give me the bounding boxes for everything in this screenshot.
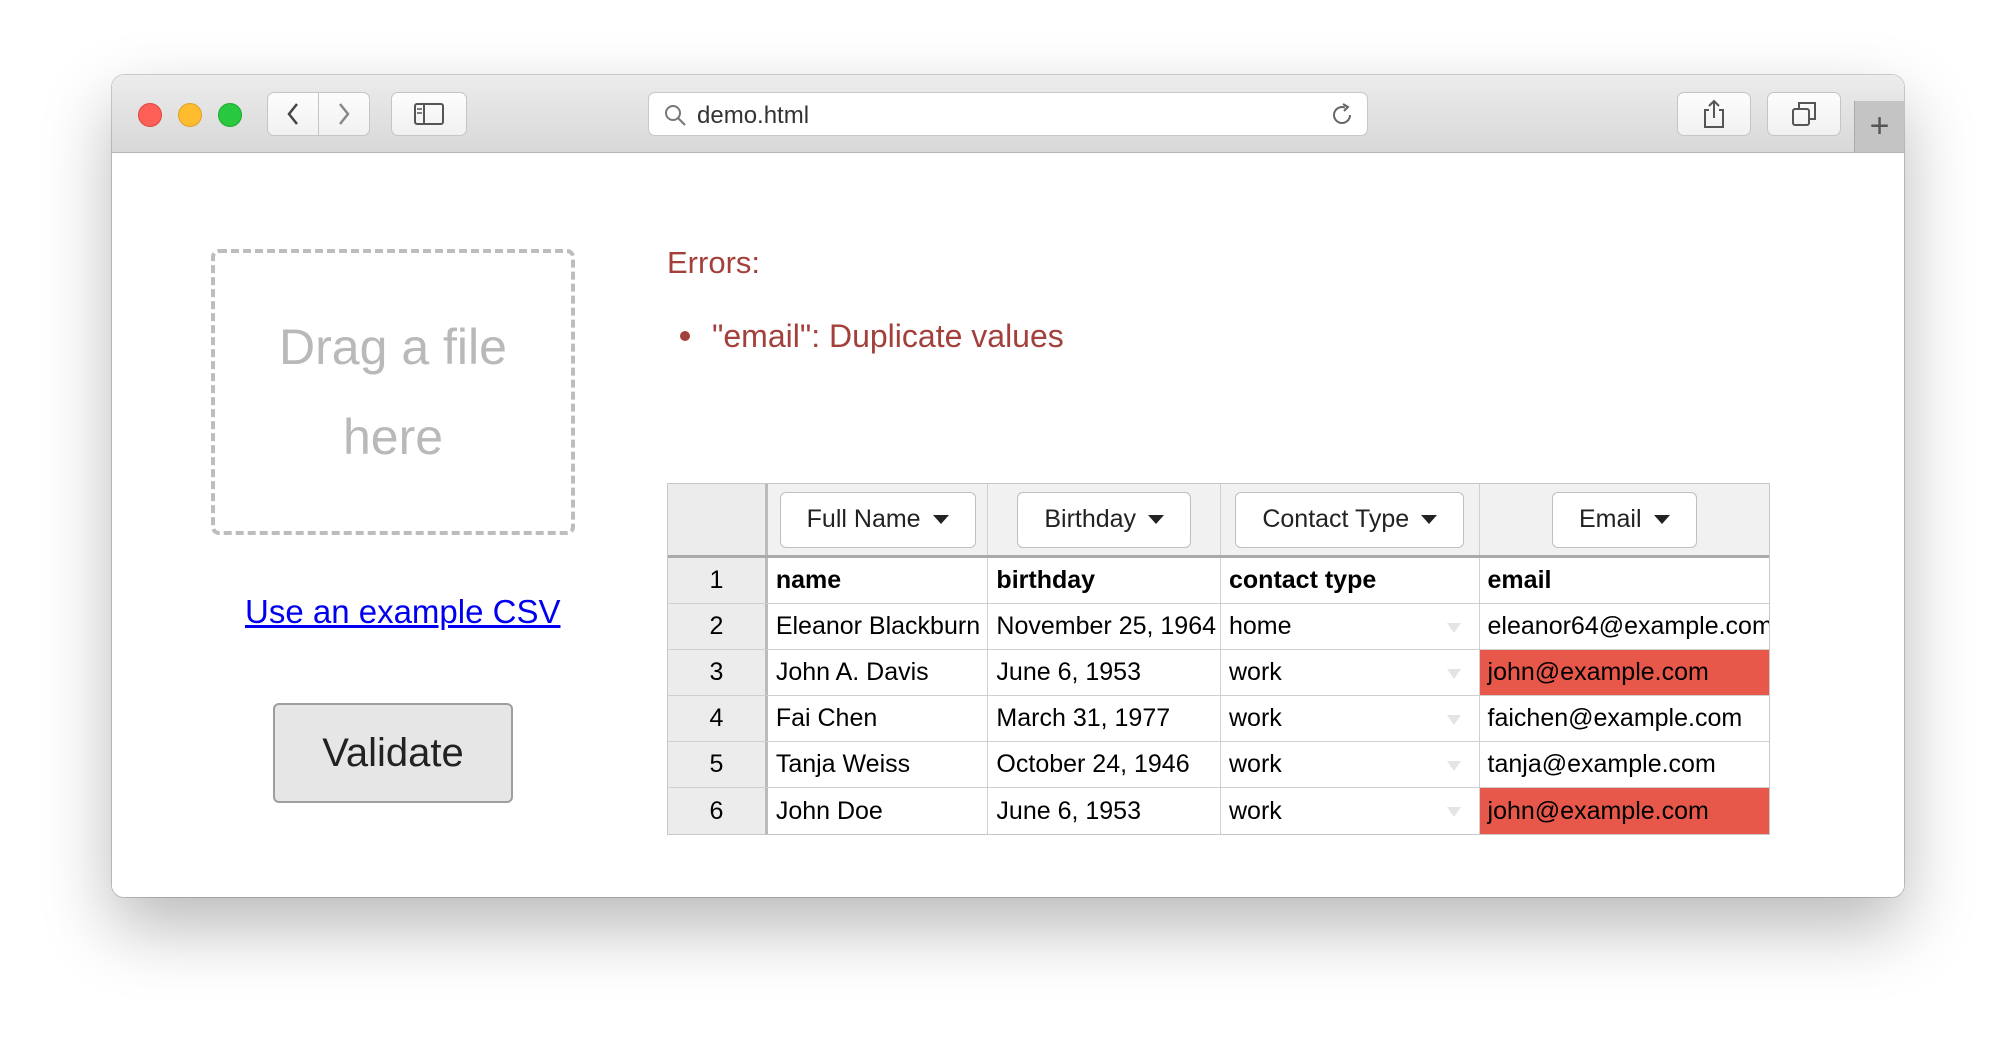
column-mapping-email-dropdown[interactable]: Email (1552, 491, 1697, 548)
plus-icon: + (1869, 107, 1890, 145)
birthday-cell[interactable]: November 25, 1964 (988, 604, 1221, 649)
contact-type-value: home (1229, 612, 1292, 640)
bullet-icon (680, 331, 690, 341)
contact-type-cell[interactable]: contact type (1221, 558, 1480, 603)
sidebar-icon (414, 103, 444, 125)
corner-cell (668, 484, 768, 555)
birthday-cell[interactable]: June 6, 1953 (988, 650, 1221, 695)
contact-type-cell[interactable]: work (1221, 650, 1480, 695)
dropzone-text: Drag a file here (279, 319, 507, 465)
contact-type-cell[interactable]: work (1221, 788, 1480, 834)
back-button[interactable] (267, 92, 319, 136)
new-tab-button[interactable]: + (1854, 101, 1904, 152)
name-cell[interactable]: John Doe (768, 788, 989, 834)
email-cell-error[interactable]: john@example.com (1479, 650, 1769, 695)
email-cell[interactable]: email (1480, 558, 1769, 603)
name-cell[interactable]: Eleanor Blackburn (768, 604, 989, 649)
column-header-birthday: Birthday (988, 484, 1221, 555)
csv-table: Full Name Birthday Contact Type Email 1 … (667, 483, 1770, 835)
validate-button[interactable]: Validate (273, 703, 513, 803)
email-cell-error[interactable]: john@example.com (1479, 788, 1769, 834)
column-label: Contact Type (1262, 505, 1410, 533)
tabs-icon (1792, 102, 1816, 126)
sidebar-toggle-button[interactable] (391, 92, 467, 136)
caret-down-icon (1653, 515, 1670, 524)
birthday-cell[interactable]: March 31, 1977 (988, 696, 1221, 741)
name-cell[interactable]: Tanja Weiss (768, 742, 989, 787)
dropdown-arrow-icon[interactable] (1446, 669, 1461, 679)
column-header-email: Email (1480, 484, 1769, 555)
name-cell[interactable]: John A. Davis (768, 650, 989, 695)
dropdown-arrow-icon[interactable] (1446, 623, 1461, 633)
column-label: Full Name (806, 505, 921, 533)
page-content: Drag a file here Use an example CSV Vali… (112, 153, 1904, 897)
search-icon (665, 105, 686, 126)
column-header-full-name: Full Name (768, 484, 989, 555)
row-number: 1 (668, 558, 768, 603)
share-icon (1704, 99, 1724, 128)
contact-type-value: work (1229, 704, 1282, 732)
column-mapping-full-name-dropdown[interactable]: Full Name (779, 491, 976, 548)
forward-button[interactable] (318, 92, 370, 136)
close-window-button[interactable] (138, 103, 162, 127)
column-label: Birthday (1044, 505, 1137, 533)
birthday-cell[interactable]: birthday (988, 558, 1221, 603)
dropdown-arrow-icon[interactable] (1446, 761, 1461, 771)
share-button[interactable] (1677, 92, 1751, 136)
error-message: "email": Duplicate values (712, 318, 1064, 354)
error-list-item: "email": Duplicate values (680, 318, 1064, 355)
table-row: 3 John A. Davis June 6, 1953 work john@e… (668, 650, 1769, 696)
caret-down-icon (1421, 515, 1438, 524)
column-header-contact-type: Contact Type (1221, 484, 1480, 555)
caret-down-icon (932, 515, 949, 524)
row-number: 5 (668, 742, 768, 787)
file-dropzone[interactable]: Drag a file here (211, 249, 575, 535)
example-csv-link[interactable]: Use an example CSV (245, 593, 560, 631)
contact-type-value: work (1229, 796, 1282, 825)
tabs-overview-button[interactable] (1767, 92, 1841, 136)
column-mapping-contact-type-dropdown[interactable]: Contact Type (1235, 491, 1465, 548)
row-number: 3 (668, 650, 768, 695)
row-number: 4 (668, 696, 768, 741)
table-row: 4 Fai Chen March 31, 1977 work faichen@e… (668, 696, 1769, 742)
chevron-left-icon (287, 103, 298, 125)
caret-down-icon (1148, 515, 1165, 524)
table-row: 2 Eleanor Blackburn November 25, 1964 ho… (668, 604, 1769, 650)
email-cell[interactable]: eleanor64@example.com (1480, 604, 1769, 649)
table-row: 1 name birthday contact type email (668, 558, 1769, 604)
zoom-window-button[interactable] (218, 103, 242, 127)
address-bar[interactable]: demo.html (648, 92, 1368, 136)
title-bar: demo.html + (112, 75, 1904, 153)
contact-type-value: work (1229, 750, 1282, 778)
dropdown-arrow-icon[interactable] (1446, 807, 1461, 817)
column-mapping-birthday-dropdown[interactable]: Birthday (1017, 491, 1192, 548)
birthday-cell[interactable]: June 6, 1953 (988, 788, 1221, 834)
table-header-row: Full Name Birthday Contact Type Email (668, 484, 1769, 558)
row-number: 2 (668, 604, 768, 649)
browser-window: demo.html + Drag a file here Use an exam… (112, 75, 1904, 897)
contact-type-cell[interactable]: home (1221, 604, 1480, 649)
address-url: demo.html (697, 102, 810, 129)
name-cell[interactable]: Fai Chen (768, 696, 989, 741)
email-cell[interactable]: faichen@example.com (1480, 696, 1769, 741)
table-row: 5 Tanja Weiss October 24, 1946 work tanj… (668, 742, 1769, 788)
reload-icon[interactable] (1329, 102, 1355, 128)
row-number: 6 (668, 788, 768, 834)
name-cell[interactable]: name (768, 558, 989, 603)
contact-type-value: work (1229, 658, 1282, 686)
contact-type-cell[interactable]: work (1221, 696, 1480, 741)
dropdown-arrow-icon[interactable] (1446, 715, 1461, 725)
chevron-right-icon (339, 103, 350, 125)
email-cell[interactable]: tanja@example.com (1480, 742, 1769, 787)
column-label: Email (1579, 505, 1642, 533)
contact-type-cell[interactable]: work (1221, 742, 1480, 787)
table-row: 6 John Doe June 6, 1953 work john@exampl… (668, 788, 1769, 834)
birthday-cell[interactable]: October 24, 1946 (988, 742, 1221, 787)
minimize-window-button[interactable] (178, 103, 202, 127)
errors-heading: Errors: (667, 245, 760, 280)
